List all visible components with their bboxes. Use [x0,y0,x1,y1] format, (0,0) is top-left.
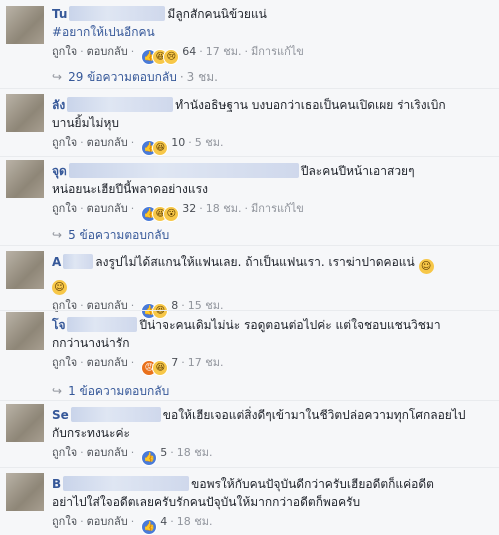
haha-reaction-icon: 😆 [152,360,169,376]
avatar[interactable] [6,160,44,198]
like-link[interactable]: ถูกใจ [52,45,77,58]
reply-link[interactable]: ตอบกลับ [87,136,128,149]
reply-arrow-icon: ↪ [52,384,63,398]
like-link[interactable]: ถูกใจ [52,356,77,369]
comment-actions: ถูกใจ · ตอบกลับ · 👍😆 10 · 5 ชม. [52,135,493,156]
redacted-name [63,476,190,491]
reactions[interactable]: 👍😆 😢 [141,48,180,65]
comment-text: ทำนังอธิษฐาน บงบอกว่าเธอเป็นคนเปิดเผย ร่… [175,98,446,112]
redacted-name [67,317,138,332]
view-replies-link[interactable]: ↪ 29 ข้อความตอบกลับ · 3 ชม. [52,68,218,86]
avatar[interactable] [6,251,44,289]
avatar[interactable] [6,404,44,442]
reply-link[interactable]: ตอบกลับ [87,446,128,459]
comment-text: ลงรูปไม่ได้สแกนให้แฟนเลย. ถ้าเป็นแฟนเรา.… [95,255,415,269]
like-link[interactable]: ถูกใจ [52,446,77,459]
comment-time[interactable]: 17 ชม. [206,45,242,58]
reaction-count: 4 [160,515,168,528]
comment-actions: ถูกใจ · ตอบกลับ · 👍😆 😮 32 · 18 ชม. · มีการแก้ไข [52,201,493,222]
commenter-name[interactable]: Se [52,408,69,422]
avatar[interactable] [6,94,44,132]
edited-label[interactable]: มีการแก้ไข [251,45,304,58]
hashtag-link[interactable]: #อยากให้เปนอีกคน [52,25,155,39]
commenter-name[interactable]: B [52,477,61,491]
commenter-name[interactable]: จุด [52,164,67,178]
comment-time[interactable]: 5 ชม. [195,136,224,149]
commenter-name[interactable]: ลัง [52,98,65,112]
avatar[interactable] [6,473,44,511]
comment-time[interactable]: 18 ชม. [206,202,242,215]
redacted-name [67,97,174,112]
reaction-count: 64 [182,45,197,58]
redacted-name [68,163,299,178]
avatar[interactable] [6,312,44,350]
avatar[interactable] [6,6,44,44]
reply-arrow-icon: ↪ [52,70,63,84]
reaction-count: 5 [160,446,168,459]
like-link[interactable]: ถูกใจ [52,515,77,528]
reactions[interactable]: 👍 [141,449,158,466]
comment-text: ปีละคนปีหน้าเอาสวยๆ [300,164,415,178]
reaction-count: 32 [182,202,197,215]
like-reaction-icon: 👍 [141,519,158,535]
haha-reaction-icon: 😆 [152,140,169,156]
sad-reaction-icon: 😢 [163,49,180,65]
reply-link[interactable]: ตอบกลับ [87,515,128,528]
view-replies-link[interactable]: ↪ 5 ข้อความตอบกลับ [52,226,169,244]
reply-link[interactable]: ตอบกลับ [87,45,128,58]
comment-actions: ถูกใจ · ตอบกลับ · 👍😆 😢 64 · 17 ชม. · มีการแก้ไข [52,44,493,65]
comment-actions: ถูกใจ · ตอบกลับ · 👍 5 · 18 ชม. [52,445,493,466]
redacted-name [70,407,161,422]
reply-link[interactable]: ตอบกลับ [87,202,128,215]
comment-actions: ถูกใจ · ตอบกลับ · 😡 😆 7 · 17 ชม. [52,355,493,376]
commenter-name[interactable]: Tu [52,7,67,21]
reactions[interactable]: 👍😆 😮 [141,205,180,222]
reactions[interactable]: 👍 [141,518,158,535]
comment-time[interactable]: 17 ชม. [188,356,224,369]
comment-text: มีลูกสักคนนิข้วยแน่ [167,7,267,21]
view-replies-link[interactable]: ↪ 1 ข้อความตอบกลับ [52,382,169,400]
wow-reaction-icon: 😮 [163,206,180,222]
smile-emoji-icon: ☺ [52,280,67,295]
like-link[interactable]: ถูกใจ [52,202,77,215]
reaction-count: 10 [171,136,186,149]
reaction-count: 7 [171,356,179,369]
like-reaction-icon: 👍 [141,450,158,466]
comment-time[interactable]: 18 ชม. [177,515,213,528]
commenter-name[interactable]: A [52,255,61,269]
redacted-name [69,6,166,21]
comment-text: ปีน่าจะคนเดิมไม่น่ะ รอดูตอนต่อไปค่ะ แต่ใ… [139,318,441,332]
redacted-name [63,254,94,269]
commenter-name[interactable]: โจ [52,318,65,332]
edited-label[interactable]: มีการแก้ไข [251,202,304,215]
reactions[interactable]: 😡 😆 [141,359,169,376]
reactions[interactable]: 👍😆 [141,139,169,156]
reply-arrow-icon: ↪ [52,228,63,242]
comment-actions: ถูกใจ · ตอบกลับ · 👍 4 · 18 ชม. [52,514,493,535]
comment-text: ขอให้เฮียเจอแต่สิ่งดีๆเข้ามาในชีวิตปล่อค… [162,408,466,422]
like-link[interactable]: ถูกใจ [52,136,77,149]
smile-emoji-icon: ☺ [418,259,434,274]
comment-time[interactable]: 18 ชม. [177,446,213,459]
reply-link[interactable]: ตอบกลับ [87,356,128,369]
comment-text: ขอพรให้กับคนปัจุบันดีกว่าครับเฮียอดีตก็แ… [191,477,434,491]
